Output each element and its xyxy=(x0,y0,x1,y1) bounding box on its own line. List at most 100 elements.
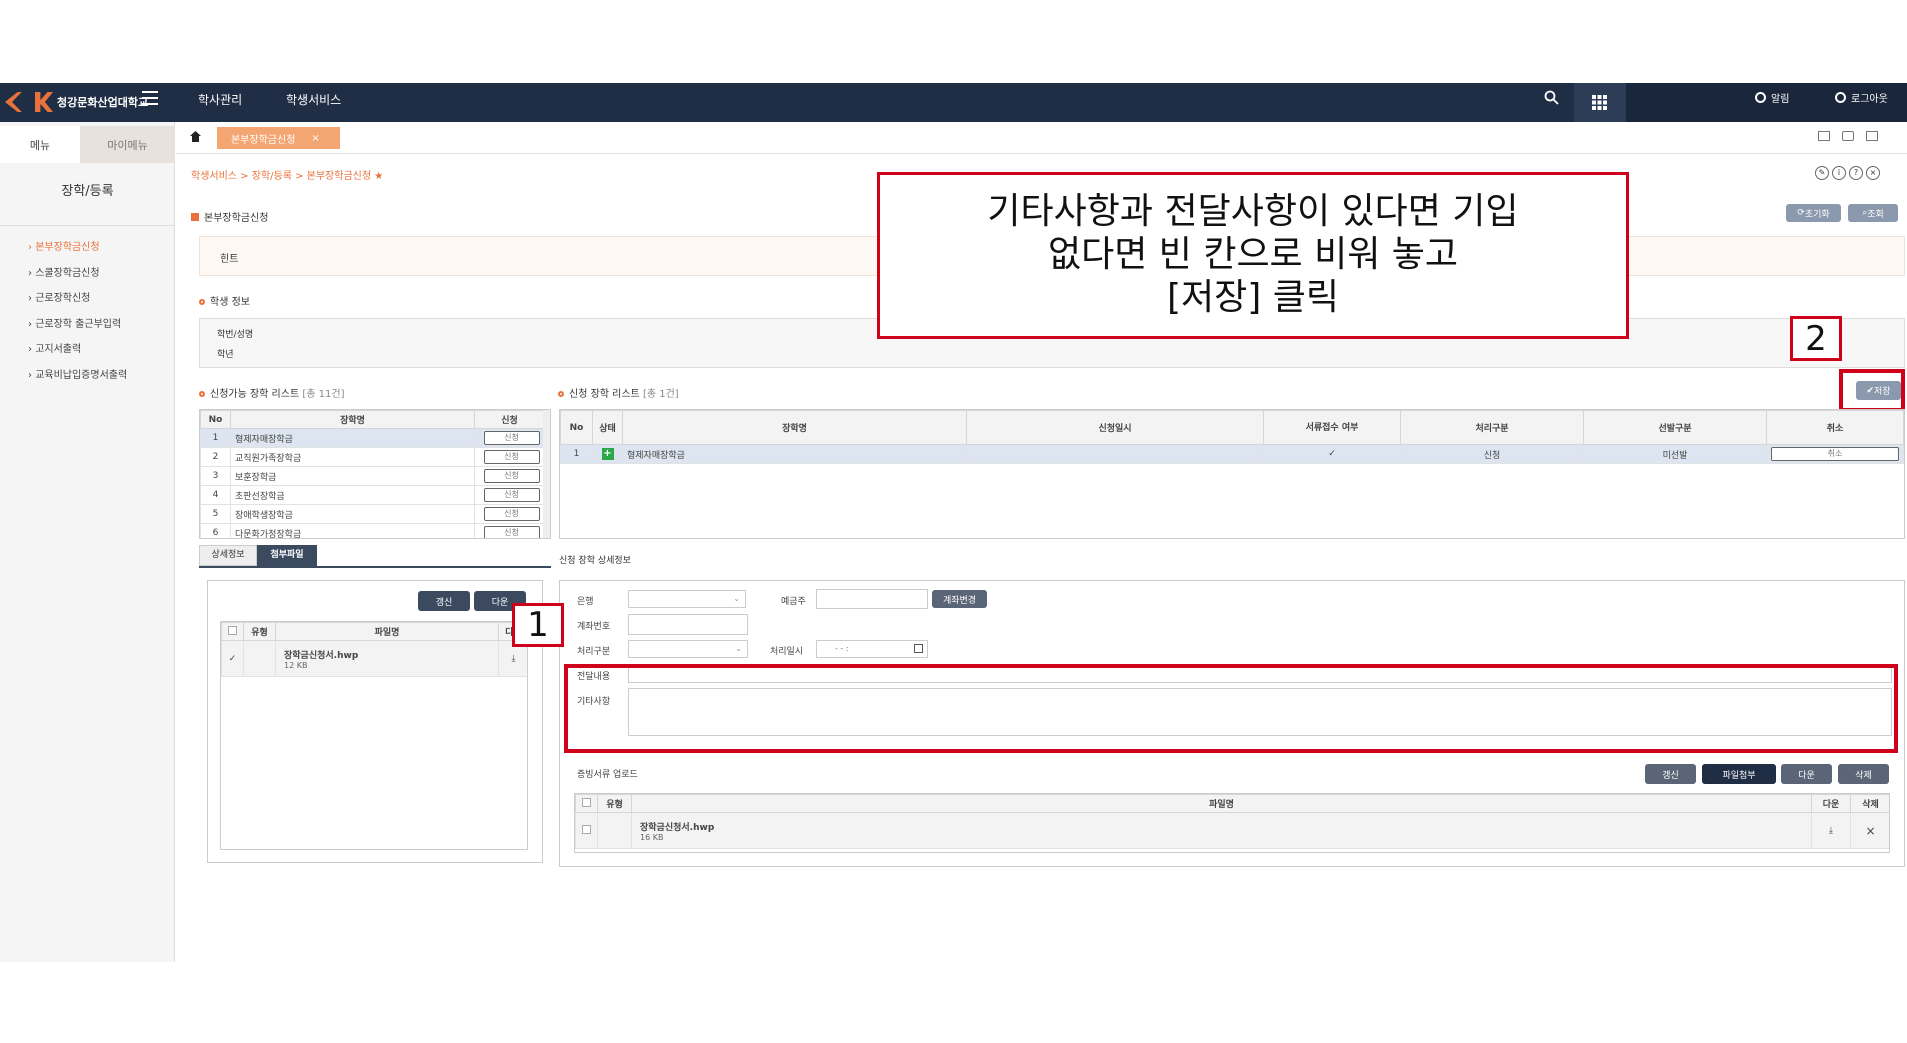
apps-grid-button[interactable] xyxy=(1574,83,1626,122)
download-icon[interactable]: ⤓ xyxy=(1811,812,1851,849)
tab-detail[interactable]: 상세정보 xyxy=(199,545,257,566)
account-change-button[interactable]: 계좌변경 xyxy=(932,590,987,608)
save-highlight-frame xyxy=(1839,369,1905,412)
nav-student-service[interactable]: 학생서비스 xyxy=(286,91,341,108)
tab-mymenu[interactable]: 마이메뉴 xyxy=(80,126,175,163)
sidebar-item-work-scholarship[interactable]: › 근로장학신청 xyxy=(28,289,90,304)
edit-icon[interactable]: ✎ xyxy=(1815,166,1829,180)
apply-button[interactable]: 신청 xyxy=(483,526,540,538)
callout-line: 기타사항과 전달사항이 있다면 기입 xyxy=(987,191,1519,232)
apply-button[interactable]: 신청 xyxy=(483,488,540,502)
checkbox[interactable] xyxy=(228,625,237,635)
alert-link[interactable]: 알림 xyxy=(1755,90,1789,105)
window-close-icon[interactable] xyxy=(1866,131,1878,141)
cancel-button[interactable]: 취소 xyxy=(1771,447,1899,461)
upload-file-grid: 유형 파일명 다운 삭제 장학금신청서.hwp 16 KB ⤓ × xyxy=(574,793,1890,853)
col-type: 유형 xyxy=(597,794,632,813)
col-status: 상태 xyxy=(592,410,623,445)
holder-input[interactable] xyxy=(816,589,928,609)
col-no: No xyxy=(560,410,593,445)
power-icon xyxy=(1835,92,1846,103)
table-row[interactable]: 1 + 형제자매장학금 ✓ 신청 미선발 취소 xyxy=(560,444,1904,464)
sidebar-item-school-scholarship[interactable]: › 스쿨장학금신청 xyxy=(28,264,100,279)
left-file-grid: 유형파일명다운 ✓장학금신청서.hwp12 KB⤓ xyxy=(220,621,528,850)
calendar-icon[interactable] xyxy=(914,644,923,653)
university-logo[interactable]: 청강문화산업대학교 xyxy=(5,88,205,116)
file-attach-button[interactable]: 파일첨부 xyxy=(1702,764,1776,784)
table-row[interactable]: 6 다문화가정장학금 신청 xyxy=(200,523,545,538)
refresh-button[interactable]: 갱신 xyxy=(418,591,470,611)
search-icon[interactable] xyxy=(1544,90,1559,105)
apply-button[interactable]: 신청 xyxy=(483,450,540,464)
col-download: 다운 xyxy=(1811,794,1851,813)
file-size: 16 KB xyxy=(640,832,664,842)
upload-download-button[interactable]: 다운 xyxy=(1781,764,1832,784)
info-icon[interactable]: i xyxy=(1832,166,1846,180)
status-plus-icon[interactable]: + xyxy=(601,448,614,460)
window-icon[interactable] xyxy=(1818,131,1830,141)
row-checkbox[interactable]: ✓ xyxy=(221,640,244,677)
upload-delete-button[interactable]: 삭제 xyxy=(1838,764,1889,784)
page-title: 본부장학금신청 xyxy=(191,209,268,224)
file-name: 장학금신청서.hwp xyxy=(640,822,715,833)
sidebar-item-work-attendance[interactable]: › 근로장학 출근부입력 xyxy=(28,315,121,330)
sidebar-item-bill-print[interactable]: › 고지서출력 xyxy=(28,340,81,355)
logo-mark-icon xyxy=(5,92,22,112)
logout-link[interactable]: 로그아웃 xyxy=(1835,90,1888,105)
row-checkbox[interactable] xyxy=(582,824,591,834)
col-select: 선발구분 xyxy=(1583,410,1767,445)
table-row[interactable]: 장학금신청서.hwp 16 KB ⤓ × xyxy=(575,812,1889,849)
tab-main-scholarship[interactable]: 본부장학금신청 × xyxy=(217,127,340,149)
col-date: 신청일시 xyxy=(966,410,1264,445)
col-apply: 신청 xyxy=(474,410,545,429)
account-no-input[interactable] xyxy=(628,614,748,635)
tab-menu[interactable]: 메뉴 xyxy=(0,126,80,163)
table-row[interactable]: 2 교직원가족장학금 신청 xyxy=(200,447,545,467)
tab-attachments[interactable]: 첨부파일 xyxy=(257,545,317,566)
apply-button[interactable]: 신청 xyxy=(483,431,540,445)
table-row[interactable]: 4 초판선장학금 신청 xyxy=(200,485,545,505)
logout-label: 로그아웃 xyxy=(1851,94,1888,105)
scrollbar[interactable] xyxy=(543,410,550,538)
help-icon[interactable]: ? xyxy=(1849,166,1863,180)
hamburger-menu-icon[interactable] xyxy=(142,91,158,105)
close-circle-icon[interactable]: × xyxy=(1866,166,1880,180)
nav-academic[interactable]: 학사관리 xyxy=(198,91,242,108)
search-button[interactable]: ⌕ 조회 xyxy=(1848,204,1898,222)
col-name: 장학명 xyxy=(230,410,475,429)
process-date-input[interactable]: - - : xyxy=(816,640,928,658)
col-no: No xyxy=(200,410,231,429)
process-type-label: 처리구분 xyxy=(577,647,611,657)
chevron-down-icon: ⌄ xyxy=(733,594,740,603)
table-row[interactable]: 1 형제자매장학금 신청 xyxy=(200,428,545,448)
sidebar-title: 장학/등록 xyxy=(61,184,114,199)
apply-button[interactable]: 신청 xyxy=(483,507,540,521)
apply-button[interactable]: 신청 xyxy=(483,469,540,483)
chevron-down-icon: ⌄ xyxy=(735,644,742,653)
table-row[interactable]: 5 장애학생장학금 신청 xyxy=(200,504,545,524)
sidebar-item-main-scholarship[interactable]: › 본부장학금신청 xyxy=(28,238,100,253)
bank-select[interactable]: ⌄ xyxy=(628,590,746,608)
col-filename: 파일명 xyxy=(275,622,499,641)
star-icon[interactable]: ★ xyxy=(374,171,383,182)
checkbox[interactable] xyxy=(582,797,591,807)
available-list-title: 신청가능 장학 리스트 [총 11건] xyxy=(199,385,344,400)
instruction-callout: 기타사항과 전달사항이 있다면 기입 없다면 빈 칸으로 비워 놓고 [저장] … xyxy=(877,172,1629,339)
available-list-grid: No 장학명 신청 1 형제자매장학금 신청 2 교직원가족장학금 신청 3 보훈장학금 신청 … xyxy=(199,409,551,539)
detail-title: 신청 장학 상세정보 xyxy=(559,556,631,566)
process-type-select[interactable]: ⌄ xyxy=(628,640,748,658)
sidebar-item-tuition-cert[interactable]: › 교육비납입증명서출력 xyxy=(28,366,127,381)
grade-label: 학년 xyxy=(217,350,234,360)
table-row[interactable]: ✓ 장학금신청서.hwp 12 KB ⤓ xyxy=(221,640,527,677)
reset-button[interactable]: ⟳ 초기화 xyxy=(1786,204,1841,222)
delete-icon[interactable]: × xyxy=(1850,812,1889,849)
home-icon[interactable] xyxy=(190,131,201,142)
upload-refresh-button[interactable]: 갱신 xyxy=(1645,764,1696,784)
title-bullet-icon xyxy=(191,212,199,221)
divider xyxy=(0,225,175,226)
callout-line: 없다면 빈 칸으로 비워 놓고 xyxy=(1047,234,1459,275)
window-settings-icon[interactable] xyxy=(1842,131,1854,141)
applied-list-grid: No 상태 장학명 신청일시 서류접수 여부 처리구분 선발구분 취소 1 + … xyxy=(559,409,1905,539)
close-icon[interactable]: × xyxy=(311,133,319,144)
table-row[interactable]: 3 보훈장학금 신청 xyxy=(200,466,545,486)
